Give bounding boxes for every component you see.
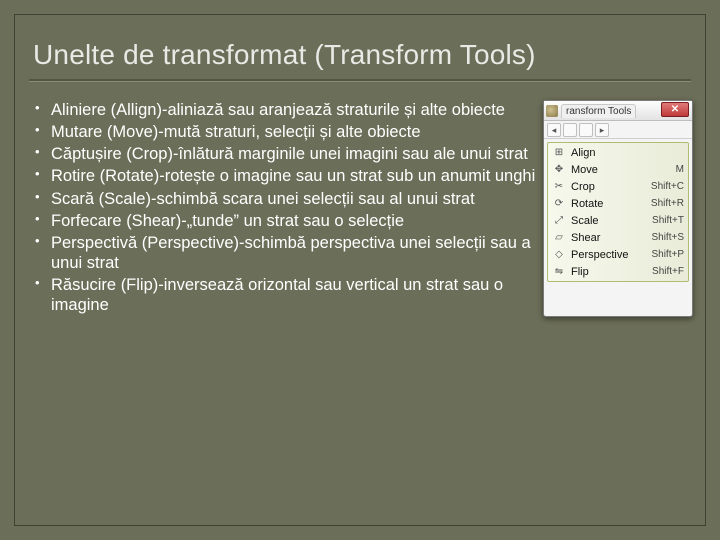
transform-tools-panel: ransform Tools ✕ ◂ ▸ ⊞ Align ✥ Move M — [543, 100, 693, 317]
align-icon: ⊞ — [552, 146, 566, 160]
panel-menu: ⊞ Align ✥ Move M ✂ Crop Shift+C ⟳ Rotate — [547, 142, 689, 282]
slide-frame: Unelte de transformat (Transform Tools) … — [14, 14, 706, 526]
list-item: Rotire (Rotate)-rotește o imagine sau un… — [33, 166, 539, 186]
panel-tab-title: ransform Tools — [561, 104, 636, 118]
menu-label: Align — [571, 147, 679, 159]
list-item: Aliniere (Allign)-aliniază sau aranjează… — [33, 100, 539, 120]
shear-icon: ▱ — [552, 231, 566, 245]
menu-shortcut: Shift+C — [651, 181, 684, 192]
menu-shortcut: Shift+R — [651, 198, 684, 209]
menu-label: Shear — [571, 232, 646, 244]
menu-item-rotate[interactable]: ⟳ Rotate Shift+R — [548, 195, 688, 212]
bullet-list: Aliniere (Allign)-aliniază sau aranjează… — [33, 100, 539, 317]
menu-label: Scale — [571, 215, 647, 227]
gimp-logo-icon — [546, 105, 558, 117]
menu-item-crop[interactable]: ✂ Crop Shift+C — [548, 178, 688, 195]
list-item: Răsucire (Flip)-inversează orizontal sau… — [33, 275, 539, 315]
menu-item-move[interactable]: ✥ Move M — [548, 161, 688, 178]
menu-item-flip[interactable]: ⇋ Flip Shift+F — [548, 263, 688, 280]
crop-icon: ✂ — [552, 180, 566, 194]
menu-item-perspective[interactable]: ◇ Perspective Shift+P — [548, 246, 688, 263]
scale-icon: ⤢ — [552, 214, 566, 228]
chevron-left-icon[interactable]: ◂ — [547, 123, 561, 137]
close-button[interactable]: ✕ — [661, 102, 689, 117]
menu-shortcut: M — [676, 164, 684, 175]
menu-label: Crop — [571, 181, 646, 193]
list-item: Scară (Scale)-schimbă scara unei selecți… — [33, 189, 539, 209]
panel-titlebar[interactable]: ransform Tools ✕ — [544, 101, 692, 121]
menu-label: Rotate — [571, 198, 646, 210]
move-icon: ✥ — [552, 163, 566, 177]
menu-item-align[interactable]: ⊞ Align — [548, 144, 688, 161]
menu-label: Move — [571, 164, 671, 176]
menu-item-shear[interactable]: ▱ Shear Shift+S — [548, 229, 688, 246]
flip-icon: ⇋ — [552, 265, 566, 279]
chevron-right-icon[interactable]: ▸ — [595, 123, 609, 137]
list-item: Forfecare (Shear)-„tunde” un strat sau o… — [33, 211, 539, 231]
toolbar-button[interactable] — [579, 123, 593, 137]
list-item: Mutare (Move)-mută straturi, selecții și… — [33, 122, 539, 142]
menu-shortcut: Shift+T — [652, 215, 684, 226]
menu-shortcut: Shift+P — [651, 249, 684, 260]
list-item: Perspectivă (Perspective)-schimbă perspe… — [33, 233, 539, 273]
panel-toolbar: ◂ ▸ — [544, 121, 692, 139]
menu-label: Perspective — [571, 249, 646, 261]
content-row: Aliniere (Allign)-aliniază sau aranjează… — [15, 82, 705, 317]
menu-shortcut: Shift+F — [652, 266, 684, 277]
list-item: Căptușire (Crop)-înlătură marginile unei… — [33, 144, 539, 164]
slide-title: Unelte de transformat (Transform Tools) — [15, 15, 705, 79]
menu-item-scale[interactable]: ⤢ Scale Shift+T — [548, 212, 688, 229]
menu-shortcut: Shift+S — [651, 232, 684, 243]
rotate-icon: ⟳ — [552, 197, 566, 211]
toolbar-button[interactable] — [563, 123, 577, 137]
menu-label: Flip — [571, 266, 647, 278]
perspective-icon: ◇ — [552, 248, 566, 262]
